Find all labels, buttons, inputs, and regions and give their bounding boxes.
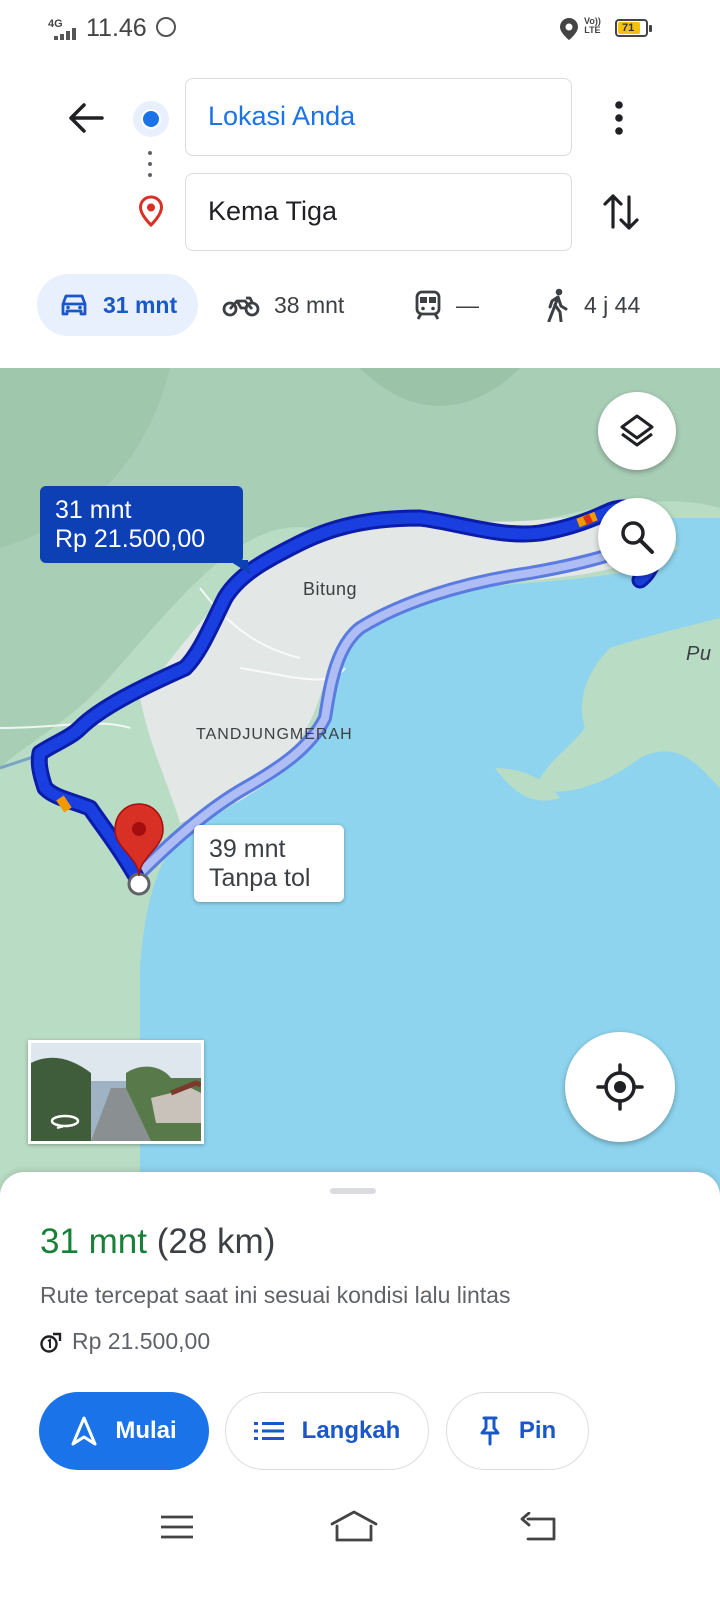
battery-level: 71 <box>622 22 635 34</box>
layers-button[interactable] <box>598 392 676 470</box>
map-label-edge: Pu <box>686 643 712 665</box>
mode-motorcycle[interactable]: 38 mnt <box>222 274 362 336</box>
steps-button-label: Langkah <box>301 1417 401 1444</box>
search-button[interactable] <box>598 498 676 576</box>
destination-input[interactable]: Kema Tiga <box>185 173 572 251</box>
menu-nav-icon[interactable] <box>160 1514 194 1540</box>
motorcycle-icon <box>222 293 260 317</box>
map-label-city: Bitung <box>303 579 358 599</box>
route-dots-icon <box>148 151 152 177</box>
route-duration: 31 mnt <box>40 1222 147 1261</box>
alt-route-time: 39 mnt <box>209 835 286 863</box>
back-nav-icon[interactable] <box>520 1512 558 1542</box>
alt-route-callout[interactable]: 39 mnt Tanpa tol <box>194 825 344 902</box>
battery-icon: 71 <box>615 19 652 37</box>
toll-icon <box>40 1332 62 1353</box>
whatsapp-icon <box>156 17 176 37</box>
home-nav-icon[interactable] <box>330 1510 378 1542</box>
map-view[interactable]: Bitung TANDJUNGMERAH Pu 31 mnt Rp 21.500… <box>0 368 720 1198</box>
map-label-district: TANDJUNGMERAH <box>196 726 353 743</box>
street-view-thumbnail[interactable] <box>28 1040 204 1144</box>
swap-icon[interactable] <box>602 192 640 232</box>
main-route-time: 31 mnt <box>55 496 132 524</box>
train-icon <box>414 290 442 320</box>
main-route-callout[interactable]: 31 mnt Rp 21.500,00 <box>40 486 243 563</box>
start-button[interactable]: Mulai <box>39 1392 209 1470</box>
alt-route-note: Tanpa tol <box>209 864 311 892</box>
mode-transit[interactable]: — <box>414 274 494 336</box>
mode-transit-label: — <box>456 291 479 318</box>
volte-icon: Vo)) LTE <box>584 16 601 35</box>
directions-header: Lokasi Anda Kema Tiga 31 mnt 38 mnt — 4 … <box>0 58 720 368</box>
my-location-button[interactable] <box>565 1032 675 1142</box>
location-status-icon <box>560 18 578 40</box>
origin-input[interactable]: Lokasi Anda <box>185 78 572 156</box>
pin-button-label: Pin <box>518 1417 557 1444</box>
rotate-360-icon <box>50 1114 80 1129</box>
mode-car[interactable]: 31 mnt <box>37 274 198 336</box>
destination-pin-icon <box>138 195 164 227</box>
crosshair-icon <box>596 1063 644 1111</box>
toll-info: Rp 21.500,00 <box>40 1328 210 1355</box>
back-arrow-icon[interactable] <box>68 102 104 134</box>
status-bar: 4G 11.46 Vo)) LTE 71 <box>0 0 720 58</box>
car-icon <box>59 293 89 317</box>
layers-icon <box>620 414 654 447</box>
pushpin-icon <box>479 1416 501 1446</box>
origin-dot-icon <box>133 101 169 137</box>
route-distance: (28 km) <box>156 1222 276 1261</box>
travel-modes: 31 mnt 38 mnt — 4 j 44 <box>0 274 720 336</box>
start-button-label: Mulai <box>115 1417 177 1444</box>
mode-walk[interactable]: 4 j 44 <box>544 274 664 336</box>
system-nav-bar <box>0 1490 720 1600</box>
main-route-toll: Rp 21.500,00 <box>55 525 206 553</box>
steps-button[interactable]: Langkah <box>225 1392 429 1470</box>
route-description: Rute tercepat saat ini sesuai kondisi la… <box>40 1282 511 1308</box>
navigation-arrow-icon <box>71 1416 97 1446</box>
search-icon <box>621 521 654 554</box>
toll-price: Rp 21.500,00 <box>72 1328 211 1354</box>
drag-handle[interactable] <box>330 1188 376 1194</box>
route-summary: 31 mnt (28 km) <box>40 1222 275 1262</box>
mode-motorcycle-label: 38 mnt <box>274 291 345 318</box>
mode-walk-label: 4 j 44 <box>584 291 641 318</box>
signal-bars-icon <box>54 28 76 40</box>
pin-button[interactable]: Pin <box>446 1392 589 1470</box>
callout-tail <box>228 560 250 574</box>
list-icon <box>253 1420 284 1442</box>
clock: 11.46 <box>86 14 147 42</box>
mode-car-label: 31 mnt <box>103 291 178 318</box>
walk-icon <box>544 288 570 322</box>
more-options-icon[interactable] <box>612 100 626 136</box>
